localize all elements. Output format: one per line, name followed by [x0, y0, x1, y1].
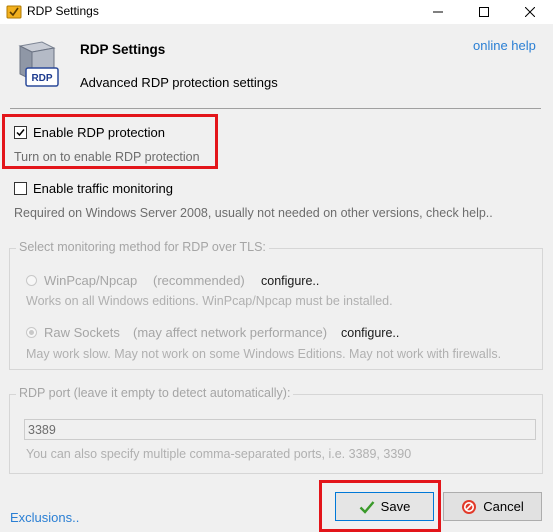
- save-label: Save: [380, 499, 411, 514]
- raw-sockets-configure-link[interactable]: configure..: [341, 326, 399, 340]
- enable-rdp-checkbox[interactable]: [14, 126, 27, 139]
- traffic-monitoring-checkbox[interactable]: [14, 182, 27, 195]
- close-icon: [525, 7, 535, 17]
- online-help-link[interactable]: online help: [473, 38, 536, 53]
- rdp-port-hint: You can also specify multiple comma-sepa…: [26, 447, 412, 461]
- cancel-button[interactable]: Cancel: [443, 492, 542, 521]
- winpcap-radio[interactable]: [26, 275, 37, 286]
- svg-text:RDP: RDP: [31, 73, 52, 84]
- header-divider: [10, 108, 541, 109]
- checkmark-icon: [16, 129, 25, 137]
- raw-sockets-hint: May work slow. May not work on some Wind…: [26, 347, 502, 361]
- save-button[interactable]: Save: [335, 492, 434, 521]
- rdp-server-icon: RDP: [12, 40, 62, 90]
- page-subtitle: Advanced RDP protection settings: [80, 75, 278, 90]
- winpcap-hint: Works on all Windows editions. WinPcap/N…: [26, 294, 393, 308]
- maximize-button[interactable]: [461, 0, 507, 24]
- exclusions-link[interactable]: Exclusions..: [10, 510, 79, 525]
- monitoring-method-title: Select monitoring method for RDP over TL…: [16, 240, 269, 254]
- raw-sockets-radio[interactable]: [26, 327, 37, 338]
- maximize-icon: [479, 7, 489, 17]
- window-title: RDP Settings: [27, 4, 99, 18]
- minimize-icon: [433, 11, 443, 13]
- cancel-label: Cancel: [483, 499, 524, 514]
- winpcap-tag: (recommended): [153, 273, 245, 288]
- close-button[interactable]: [507, 0, 553, 24]
- minimize-button[interactable]: [415, 0, 461, 24]
- rdp-port-title: RDP port (leave it empty to detect autom…: [16, 386, 294, 400]
- winpcap-label[interactable]: WinPcap/Npcap: [44, 273, 137, 288]
- traffic-monitoring-hint: Required on Windows Server 2008, usually…: [14, 206, 493, 220]
- cancel-icon: [462, 499, 477, 514]
- rdp-port-input[interactable]: [24, 419, 536, 440]
- enable-rdp-hint: Turn on to enable RDP protection: [14, 150, 200, 164]
- raw-sockets-tag: (may affect network performance): [133, 325, 328, 340]
- raw-sockets-label[interactable]: Raw Sockets: [44, 325, 120, 340]
- page-title: RDP Settings: [80, 42, 166, 57]
- traffic-monitoring-label[interactable]: Enable traffic monitoring: [33, 181, 173, 196]
- checkmark-icon: [359, 500, 375, 514]
- winpcap-configure-link[interactable]: configure..: [261, 274, 319, 288]
- app-icon: [6, 4, 22, 20]
- enable-rdp-label[interactable]: Enable RDP protection: [33, 125, 165, 140]
